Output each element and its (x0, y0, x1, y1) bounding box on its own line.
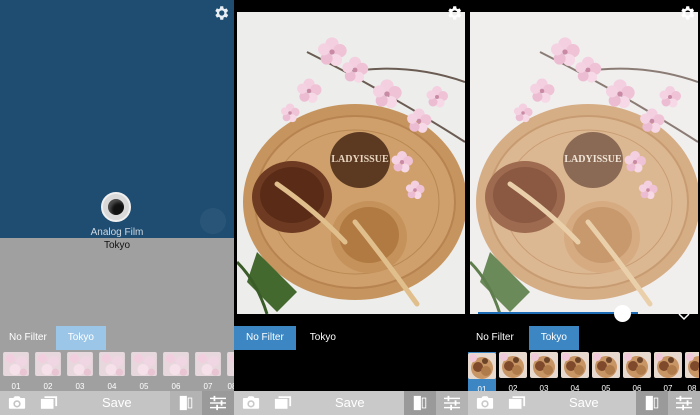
coaster-logo-text: LADYISSUE (331, 154, 389, 165)
photo-preview: LADYISSUE (470, 12, 698, 314)
filter-thumb[interactable]: 07 (654, 352, 682, 395)
gear-icon[interactable] (678, 4, 696, 22)
filter-thumb[interactable]: 01 (3, 352, 29, 391)
thumb-number: 04 (107, 382, 117, 391)
adjust-icon (209, 395, 227, 411)
edit-panel-no-filter: LADYISSUE No Filter Tokyo Save (234, 0, 468, 415)
adjust-button[interactable] (436, 391, 468, 415)
filter-thumb[interactable]: 04 (99, 352, 125, 391)
bottom-toolbar: Save (234, 391, 468, 415)
filter-chips: No Filter Tokyo (468, 326, 579, 350)
photo-preview: LADYISSUE (237, 12, 465, 314)
save-button[interactable]: Save (569, 391, 599, 415)
filter-thumb[interactable]: 07 (195, 352, 221, 391)
filter-thumbnails: 01 02 03 04 05 06 07 08 (468, 352, 699, 395)
filter-thumb-selected[interactable]: 01 (468, 352, 496, 395)
thumb-number: 01 (11, 382, 21, 391)
gear-icon[interactable] (445, 4, 463, 22)
gear-icon[interactable] (212, 4, 230, 22)
thumb-number: 02 (43, 382, 53, 391)
filter-icon (177, 395, 195, 411)
chip-no-filter[interactable]: No Filter (468, 326, 523, 350)
chip-tokyo[interactable]: Tokyo (528, 326, 579, 350)
filter-thumbnails: 01 02 03 04 05 06 07 08 (0, 352, 234, 391)
save-button[interactable]: Save (102, 391, 132, 415)
filter-chips: No Filter Tokyo (234, 326, 345, 350)
filter-thumb[interactable]: 03 (530, 352, 558, 395)
filter-icon (643, 395, 661, 411)
camera-icon[interactable] (242, 395, 260, 410)
gallery-icon[interactable] (274, 395, 292, 410)
filter-thumb[interactable]: 02 (499, 352, 527, 395)
bottom-toolbar: Save (0, 391, 234, 415)
thumb-number: 06 (171, 382, 181, 391)
adjust-button[interactable] (202, 391, 234, 415)
thumb-number: 03 (75, 382, 85, 391)
filter-button[interactable] (636, 391, 668, 415)
film-name: Tokyo (103, 240, 131, 251)
filter-thumb[interactable]: 05 (131, 352, 157, 391)
chip-tokyo[interactable]: Tokyo (296, 326, 345, 350)
film-label: Analog Film (90, 227, 144, 238)
adjust-icon (443, 395, 461, 411)
gallery-icon[interactable] (508, 395, 526, 410)
intensity-slider-knob[interactable] (613, 305, 631, 322)
filter-thumb[interactable]: 03 (67, 352, 93, 391)
chip-no-filter[interactable]: No Filter (0, 326, 56, 350)
bottom-toolbar: Save (468, 391, 700, 415)
filter-icon (411, 395, 429, 411)
filter-thumb[interactable]: 02 (35, 352, 61, 391)
filter-thumb[interactable]: 05 (592, 352, 620, 395)
adjust-icon (675, 395, 693, 411)
chip-no-filter[interactable]: No Filter (234, 326, 296, 350)
chip-tokyo[interactable]: Tokyo (55, 326, 106, 350)
filter-thumb[interactable]: 06 (163, 352, 189, 391)
adjust-button[interactable] (668, 391, 700, 415)
filter-thumb[interactable]: 06 (623, 352, 651, 395)
filter-button[interactable] (170, 391, 202, 415)
thumb-number: 05 (139, 382, 149, 391)
filter-button[interactable] (404, 391, 436, 415)
gallery-icon[interactable] (40, 395, 58, 410)
filter-chips: No Filter Tokyo (0, 326, 106, 350)
save-button[interactable]: Save (335, 391, 365, 415)
chevron-down-icon[interactable] (678, 308, 690, 326)
camera-icon[interactable] (8, 395, 26, 410)
filter-thumb[interactable]: 04 (561, 352, 589, 395)
camera-icon[interactable] (476, 395, 494, 410)
lens-icon[interactable] (101, 192, 131, 222)
thumb-number: 08 (227, 382, 234, 391)
camera-panel: Analog Film Tokyo No Filter Tokyo 01 02 … (0, 0, 234, 415)
edit-panel-tokyo: LADYISSUE No Filter Tokyo 01 02 03 04 05… (468, 0, 700, 415)
thumb-number: 07 (203, 382, 213, 391)
filter-thumb[interactable]: 08 (685, 352, 699, 395)
filter-thumb[interactable]: 08 (227, 352, 234, 391)
coaster-logo-text: LADYISSUE (564, 154, 622, 165)
